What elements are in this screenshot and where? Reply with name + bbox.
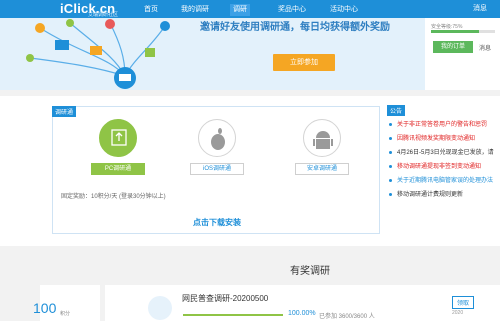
my-orders-button[interactable]: 我的订单 — [433, 41, 473, 53]
fixed-reward-text: 固定奖励：10积分/天 (登录30分钟以上) — [61, 194, 166, 200]
logo-subtitle: 艾瑞调研社区 — [88, 12, 119, 18]
join-now-button[interactable]: 立即参加 — [273, 54, 335, 71]
survey-progress-percent: 100.00% — [288, 310, 316, 317]
monitor-upload-icon — [99, 119, 137, 157]
nav-research[interactable]: 调研 — [230, 4, 250, 16]
survey-date: 2020 — [452, 310, 464, 316]
survey-item-icon — [148, 296, 172, 320]
survey-item-title[interactable]: 网民普查调研-20200500 — [182, 293, 268, 304]
nav-prize-center[interactable]: 奖品中心 — [278, 4, 306, 16]
nav-activity-center[interactable]: 活动中心 — [330, 4, 358, 16]
survey-panel: 调研通 PC调研通 iOS调研通 安卓调研通 固定奖励：10积分/天 (登录30… — [52, 106, 380, 234]
platform-android[interactable]: 安卓调研通 — [295, 119, 349, 175]
notice-list: 关于非正常答卷用户的警告和惩罚 因腾讯视频发奖期限变动通知 4月26日-5月3日兑现… — [387, 118, 500, 202]
user-messages[interactable]: 消息 — [473, 3, 487, 13]
notice-tag: 公告 — [387, 105, 406, 116]
ios-download-button[interactable]: iOS调研通 — [190, 163, 244, 175]
account-panel: 安全等级:75% 我的订单 消息 — [425, 18, 500, 90]
points-value: 100 — [33, 300, 57, 316]
points-unit: 积分 — [60, 311, 71, 317]
page: iClick.cn 艾瑞调研社区 首页 我的调研 调研 奖品中心 活动中心 消息 — [0, 0, 500, 321]
platform-pc[interactable]: PC调研通 — [91, 119, 145, 175]
apple-icon — [198, 119, 236, 157]
hero-slogan: 邀请好友使用调研通，每日均获得额外奖励 — [200, 22, 390, 33]
notice-item[interactable]: 因腾讯视频发奖期限变动通知 — [387, 132, 500, 146]
nav-my-research[interactable]: 我的调研 — [181, 4, 209, 16]
safety-level-bar — [431, 30, 495, 33]
download-install-link[interactable]: 点击下载安装 — [53, 217, 381, 228]
hero-illustration — [26, 19, 170, 89]
android-icon — [303, 119, 341, 157]
survey-claim-button[interactable]: 领取 — [452, 296, 475, 309]
notice-panel: 公告 关于非正常答卷用户的警告和惩罚 因腾讯视频发奖期限变动通知 4月26日-5月3… — [387, 105, 500, 234]
pc-download-button[interactable]: PC调研通 — [91, 163, 145, 175]
rewarded-surveys-title: 有奖调研 — [290, 266, 330, 277]
safety-level-label: 安全等级:75% — [431, 24, 463, 30]
notice-item[interactable]: 4月26日-5月3日兑现现金已发放，请 — [387, 146, 500, 160]
messages-link[interactable]: 消息 — [479, 43, 491, 52]
top-nav: iClick.cn 艾瑞调研社区 首页 我的调研 调研 奖品中心 活动中心 消息 — [0, 0, 500, 18]
notice-item[interactable]: 移动调研通提现非签到变动通知 — [387, 160, 500, 174]
android-download-button[interactable]: 安卓调研通 — [295, 163, 349, 175]
safety-level-fill — [431, 30, 479, 33]
survey-tag: 调研通 — [52, 106, 77, 117]
nav-home[interactable]: 首页 — [144, 4, 158, 16]
notice-item[interactable]: 关于非正常答卷用户的警告和惩罚 — [387, 118, 500, 132]
survey-quota: 已参加 3600/3600 人 — [319, 314, 375, 320]
platform-ios[interactable]: iOS调研通 — [190, 119, 244, 175]
notice-item[interactable]: 移动调研通计费规则更新 — [387, 188, 500, 202]
survey-progress-bar — [183, 314, 283, 316]
notice-item[interactable]: 关于近期腾讯电脑管家误的处理办法 — [387, 174, 500, 188]
